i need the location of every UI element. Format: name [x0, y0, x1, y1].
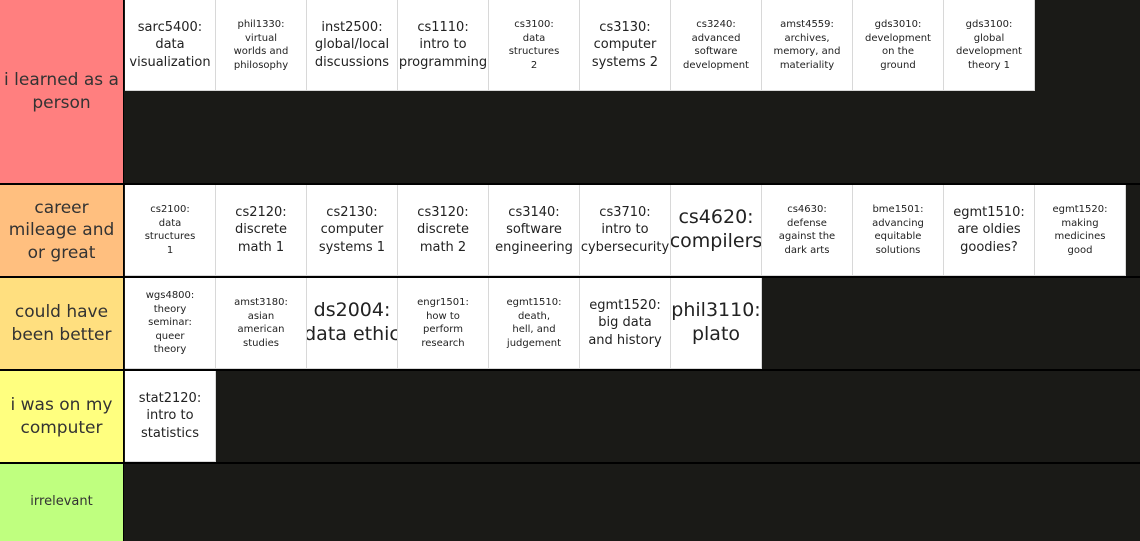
tier-label[interactable]: i learned as a person	[0, 0, 124, 183]
tier-item-card[interactable]: phil3110: plato	[671, 278, 762, 369]
tier-items: cs2100: data structures 1 cs2120: discret…	[125, 185, 1140, 276]
tier-item-card[interactable]: sarc5400: data visualization	[125, 0, 216, 91]
tier-row-irrelevant: irrelevant	[0, 464, 1140, 541]
tier-item-card[interactable]: egmt1520: big data and history	[580, 278, 671, 369]
tier-items	[125, 464, 1140, 541]
tier-items: stat2120: intro to statistics	[125, 371, 1140, 462]
tier-label[interactable]: could have been better	[0, 278, 124, 369]
tier-row-on-my-computer: i was on my computer stat2120: intro to …	[0, 371, 1140, 464]
tier-item-card[interactable]: cs3140: software engineering	[489, 185, 580, 276]
tier-item-card[interactable]: gds3010: development on the ground	[853, 0, 944, 91]
tier-item-card[interactable]: cs3120: discrete math 2	[398, 185, 489, 276]
tier-item-card[interactable]: engr1501: how to perform research	[398, 278, 489, 369]
tier-row-could-have-been-better: could have been better wgs4800: theory s…	[0, 278, 1140, 371]
tier-item-card[interactable]: phil1330: virtual worlds and philosophy	[216, 0, 307, 91]
tier-item-card[interactable]: cs2130: computer systems 1	[307, 185, 398, 276]
tier-item-card[interactable]: cs3130: computer systems 2	[580, 0, 671, 91]
tier-item-card[interactable]: cs3100: data structures 2	[489, 0, 580, 91]
tier-label[interactable]: i was on my computer	[0, 371, 124, 462]
tier-item-card[interactable]: cs4630: defense against the dark arts	[762, 185, 853, 276]
tier-label[interactable]: irrelevant	[0, 464, 124, 541]
tier-item-card[interactable]: amst3180: asian american studies	[216, 278, 307, 369]
tier-row-learned-as-person: i learned as a person sarc5400: data vis…	[0, 0, 1140, 185]
tier-list: i learned as a person sarc5400: data vis…	[0, 0, 1140, 541]
tier-item-card[interactable]: cs1110: intro to programming	[398, 0, 489, 91]
tier-items: wgs4800: theory seminar: queer theory ams…	[125, 278, 1140, 369]
tier-item-card[interactable]: egmt1520: making medicines good	[1035, 185, 1126, 276]
tier-items: sarc5400: data visualization phil1330: vi…	[125, 0, 1140, 183]
tier-item-card[interactable]: cs2100: data structures 1	[125, 185, 216, 276]
tier-label[interactable]: career mileage and or great	[0, 185, 124, 276]
tier-item-card[interactable]: ds2004: data ethic	[307, 278, 398, 369]
tier-row-career-mileage: career mileage and or great cs2100: data…	[0, 185, 1140, 278]
tier-item-card[interactable]: cs4620: compilers	[671, 185, 762, 276]
tier-item-card[interactable]: egmt1510: death, hell, and judgement	[489, 278, 580, 369]
tier-item-card[interactable]: egmt1510: are oldies goodies?	[944, 185, 1035, 276]
tier-item-card[interactable]: bme1501: advancing equitable solutions	[853, 185, 944, 276]
tier-item-card[interactable]: cs3240: advanced software development	[671, 0, 762, 91]
tier-item-card[interactable]: gds3100: global development theory 1	[944, 0, 1035, 91]
tier-item-card[interactable]: wgs4800: theory seminar: queer theory	[125, 278, 216, 369]
tier-item-card[interactable]: cs2120: discrete math 1	[216, 185, 307, 276]
tier-item-card[interactable]: inst2500: global/local discussions	[307, 0, 398, 91]
tier-item-card[interactable]: cs3710: intro to cybersecurity	[580, 185, 671, 276]
tier-item-card[interactable]: stat2120: intro to statistics	[125, 371, 216, 462]
tier-item-card[interactable]: amst4559: archives, memory, and material…	[762, 0, 853, 91]
